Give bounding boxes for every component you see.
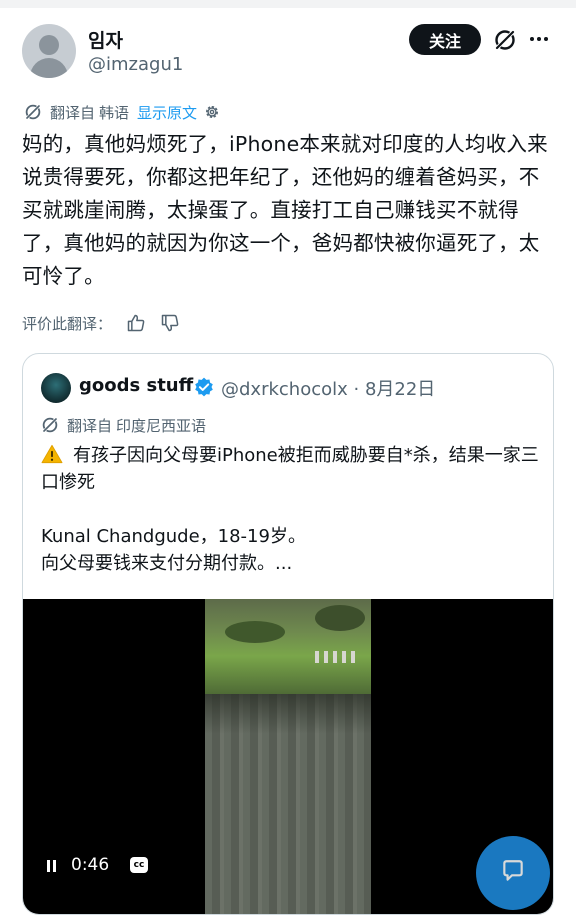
quote-source-language: 印度尼西亚语 bbox=[116, 416, 207, 435]
tweet-text: 妈的，真他妈烦死了，iPhone本来就对印度的人均收入来说贵得要死，你都这把年纪… bbox=[22, 132, 548, 288]
quote-avatar[interactable] bbox=[41, 373, 71, 403]
author-handle[interactable]: @imzagu1 bbox=[88, 54, 183, 75]
quote-text-line4: 向父母要钱来支付分期付款。... bbox=[41, 553, 293, 574]
quote-text-line1: 有孩子因向父母要iPhone被拒而威胁要自*杀，结果一家三口惨死 bbox=[41, 445, 539, 493]
rate-translation-label: 评价此翻译： bbox=[22, 314, 113, 333]
avatar[interactable] bbox=[22, 24, 76, 78]
quote-text-line3: Kunal Chandgude，18-19岁。 bbox=[41, 526, 306, 547]
grok-icon[interactable] bbox=[493, 28, 517, 52]
compose-icon bbox=[503, 860, 523, 881]
verified-icon bbox=[195, 377, 213, 397]
translate-icon bbox=[42, 417, 58, 433]
source-language: 韩语 bbox=[99, 103, 130, 122]
thumbs-up-icon[interactable] bbox=[126, 313, 146, 333]
show-original-link[interactable]: 显示原文 bbox=[137, 102, 197, 123]
video-frame bbox=[205, 599, 371, 914]
settings-icon[interactable] bbox=[203, 103, 221, 121]
top-divider bbox=[0, 0, 576, 8]
quote-text: 有孩子因向父母要iPhone被拒而威胁要自*杀，结果一家三口惨死 Kunal C… bbox=[41, 442, 541, 577]
translated-from-label: 翻译自 bbox=[50, 103, 96, 122]
follow-button[interactable]: 关注 bbox=[409, 24, 481, 55]
quote-tweet-card[interactable]: goods stuff @dxrkchocolx · 8月22日 翻译自 印度尼… bbox=[22, 353, 554, 915]
translate-icon bbox=[25, 104, 41, 120]
video-time: 0:46 bbox=[71, 855, 110, 875]
author-display-name[interactable]: 임자 bbox=[88, 26, 123, 53]
quote-handle-date[interactable]: @dxrkchocolx · 8月22日 bbox=[221, 375, 435, 401]
quote-translated-from-label: 翻译自 bbox=[67, 416, 113, 435]
video-player[interactable]: 0:46 cc bbox=[23, 599, 553, 914]
thumbs-down-icon[interactable] bbox=[160, 313, 180, 333]
cc-icon[interactable]: cc bbox=[130, 857, 148, 873]
pause-icon[interactable] bbox=[47, 860, 57, 872]
compose-button[interactable] bbox=[476, 836, 550, 910]
translation-row: 翻译自 韩语 显示原文 bbox=[24, 101, 229, 123]
quote-translation-row: 翻译自 印度尼西亚语 bbox=[41, 414, 206, 436]
quote-display-name[interactable]: goods stuff bbox=[79, 375, 193, 396]
more-icon[interactable] bbox=[530, 37, 548, 41]
warning-icon bbox=[41, 444, 63, 464]
rate-translation-row: 评价此翻译： bbox=[22, 311, 194, 335]
